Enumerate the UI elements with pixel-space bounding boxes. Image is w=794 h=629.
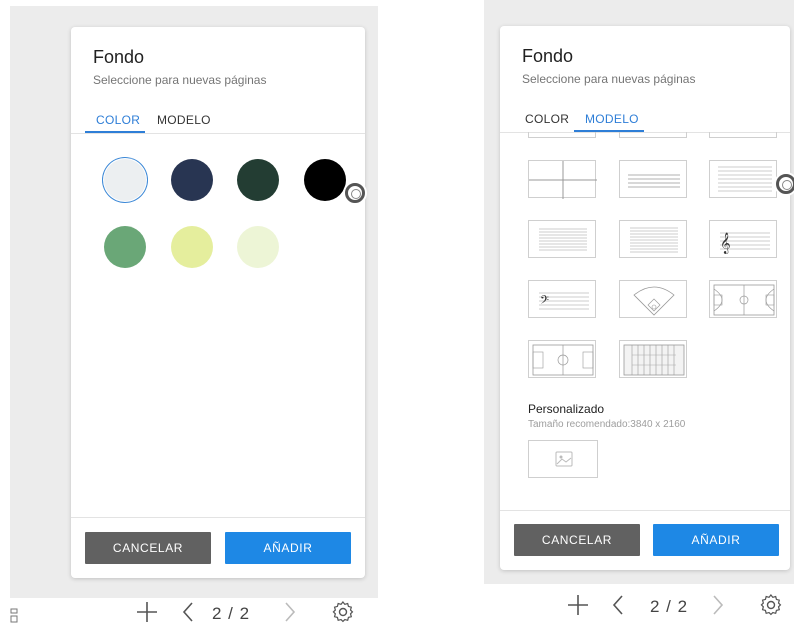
bottom-toolbar-left: 2 / 2 [10, 598, 378, 628]
svg-text:𝄢: 𝄢 [540, 294, 549, 310]
chevron-right-icon[interactable] [710, 593, 726, 621]
template-partial [709, 132, 777, 138]
upload-image-button[interactable] [528, 440, 598, 478]
cancel-button[interactable]: CANCELAR [85, 532, 211, 564]
add-button[interactable]: AÑADIR [653, 524, 779, 556]
gear-icon[interactable] [332, 600, 354, 627]
cancel-button[interactable]: CANCELAR [514, 524, 640, 556]
bottom-toolbar-right: 2 / 2 [484, 584, 794, 628]
color-swatch[interactable] [104, 226, 146, 268]
tab-color[interactable]: COLOR [96, 113, 140, 127]
plus-icon[interactable] [135, 600, 159, 628]
add-button[interactable]: AÑADIR [225, 532, 351, 564]
color-swatch[interactable] [104, 159, 146, 201]
image-icon [555, 451, 573, 467]
color-swatch[interactable] [237, 226, 279, 268]
template-football-field[interactable] [619, 340, 687, 378]
background-dialog-color: Fondo Seleccione para nuevas páginas COL… [71, 27, 365, 578]
footer-divider [500, 510, 790, 511]
page-indicator: 2 / 2 [212, 604, 251, 623]
template-lined-narrow[interactable] [528, 220, 596, 258]
custom-section-title: Personalizado [528, 402, 605, 416]
tab-modelo[interactable]: MODELO [585, 112, 639, 126]
template-partial [619, 132, 687, 138]
background-dialog-modelo: Fondo Seleccione para nuevas páginas COL… [500, 26, 794, 570]
plus-icon[interactable] [566, 593, 590, 621]
tab-modelo[interactable]: MODELO [157, 113, 211, 127]
qr-icon[interactable] [10, 603, 18, 623]
template-lined[interactable] [619, 160, 687, 198]
color-swatch[interactable] [304, 159, 346, 201]
color-swatch[interactable] [171, 226, 213, 268]
chevron-left-icon[interactable] [180, 600, 196, 628]
chevron-left-icon[interactable] [610, 593, 626, 621]
svg-text:𝄞: 𝄞 [720, 233, 731, 254]
dialog-subtitle: Seleccione para nuevas páginas [93, 73, 267, 87]
template-bass-staff[interactable]: 𝄢 [528, 280, 596, 318]
tab-divider [71, 133, 365, 134]
template-basketball-court[interactable] [709, 280, 777, 318]
color-swatch[interactable] [171, 159, 213, 201]
template-treble-staff[interactable]: 𝄞 [709, 220, 777, 258]
custom-section-subtitle: Tamaño recomendado:3840 x 2160 [528, 419, 686, 430]
template-baseball-field[interactable] [619, 280, 687, 318]
template-grid[interactable] [528, 160, 597, 199]
gear-icon[interactable] [760, 593, 782, 620]
chevron-right-icon[interactable] [282, 600, 298, 628]
page-indicator: 2 / 2 [650, 597, 689, 616]
footer-divider [71, 517, 365, 518]
dialog-title: Fondo [522, 46, 574, 66]
drag-handle[interactable] [345, 183, 365, 203]
tab-color[interactable]: COLOR [525, 112, 569, 126]
template-partial [528, 132, 596, 138]
dialog-subtitle: Seleccione para nuevas páginas [522, 72, 696, 86]
template-soccer-field[interactable] [528, 340, 596, 378]
template-lined-dense[interactable] [709, 160, 777, 198]
color-swatch[interactable] [237, 159, 279, 201]
drag-handle[interactable] [776, 174, 794, 194]
dialog-title: Fondo [93, 47, 145, 67]
template-lined-wide[interactable] [619, 220, 687, 258]
